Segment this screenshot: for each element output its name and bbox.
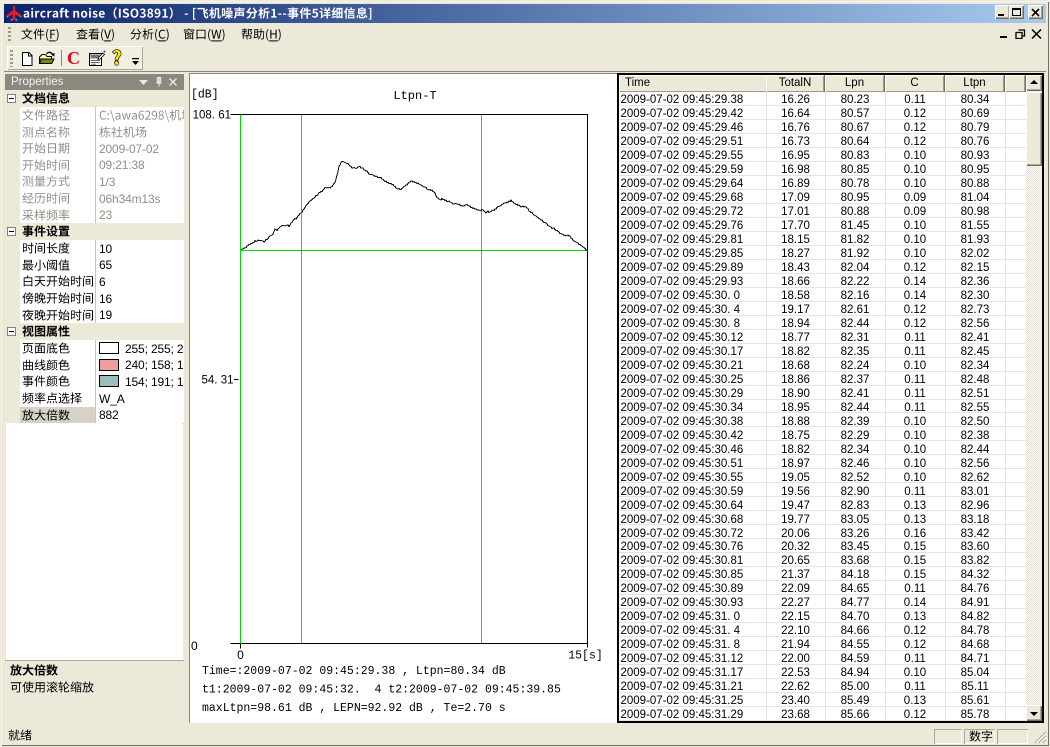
svg-text:maxLtpn=98.61 dB , LEPN=92.92: maxLtpn=98.61 dB , LEPN=92.92 dB , Te=2.… — [202, 702, 506, 715]
svg-text:108. 61: 108. 61 — [193, 110, 231, 122]
svg-text:[dB]: [dB] — [191, 89, 219, 102]
svg-text:0: 0 — [237, 648, 244, 662]
svg-text:Ltpn-T: Ltpn-T — [393, 89, 436, 103]
svg-text:t1:2009-07-02 09:45:32. 4 t2:: t1:2009-07-02 09:45:32. 4 t2:2009-07-02 … — [202, 684, 561, 697]
svg-text:54. 31: 54. 31 — [202, 375, 234, 387]
svg-text:15[s]: 15[s] — [568, 650, 603, 663]
svg-text:0: 0 — [191, 639, 198, 653]
svg-text:Time=:2009-07-02 09:45:29.38 ,: Time=:2009-07-02 09:45:29.38 , Ltpn=80.3… — [202, 665, 506, 678]
